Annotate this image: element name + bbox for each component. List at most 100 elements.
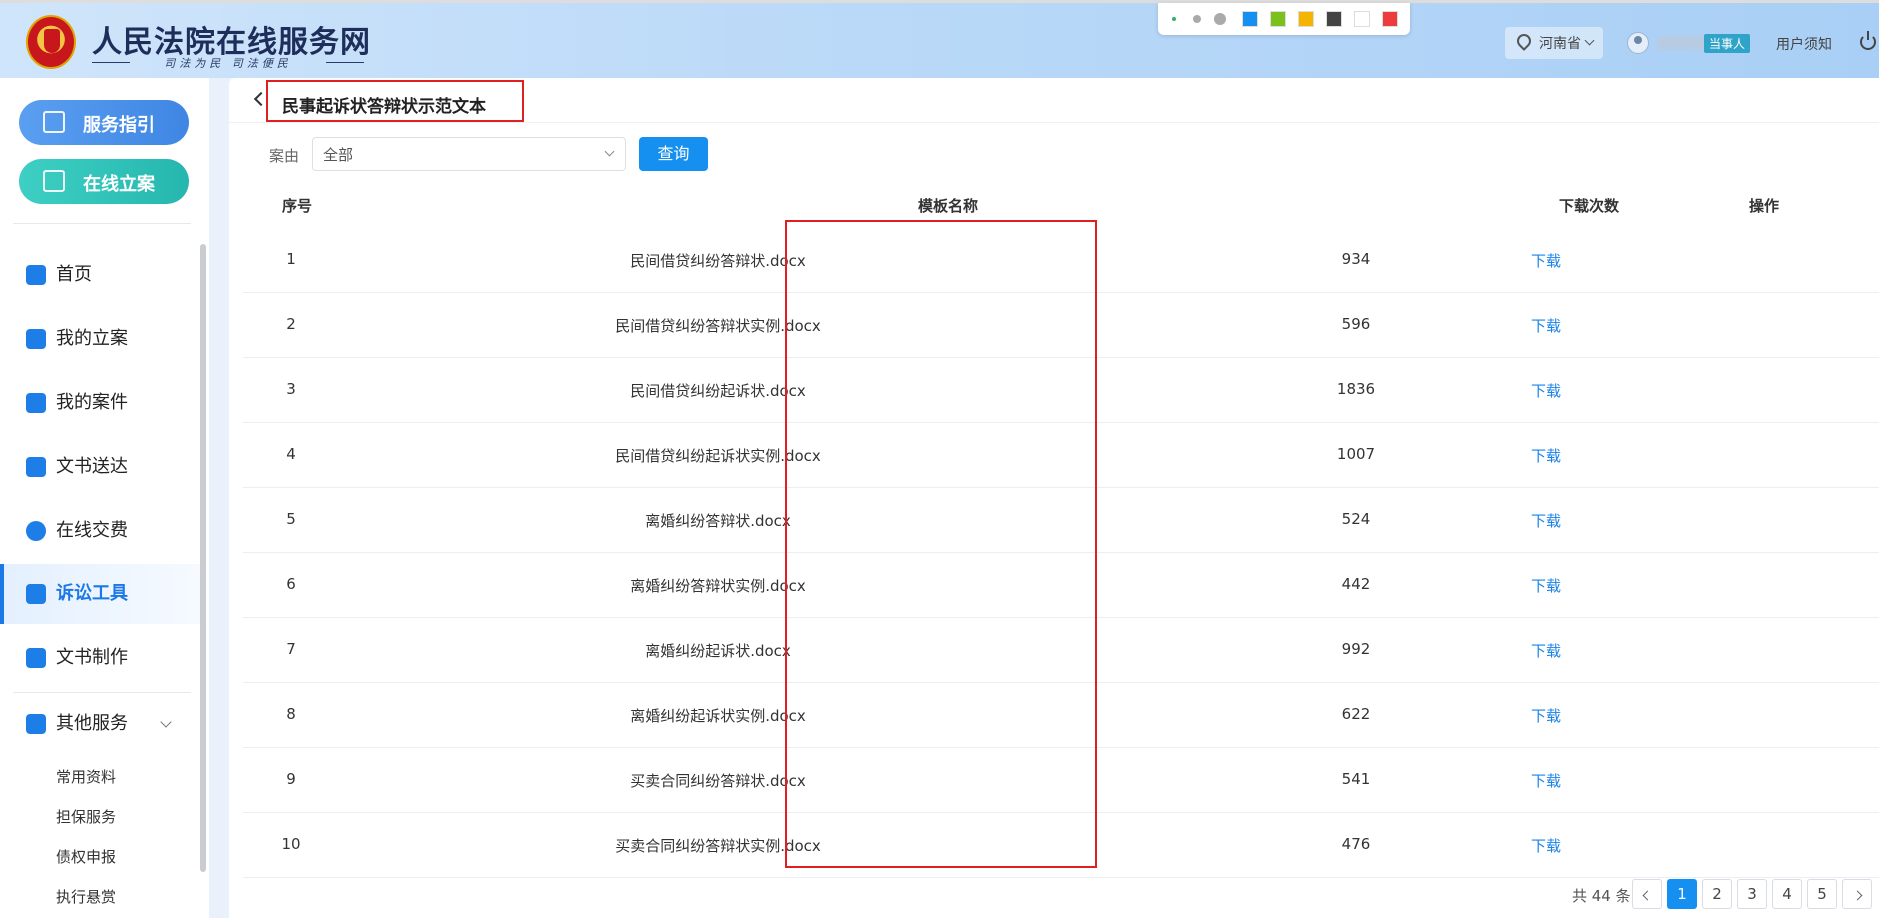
color-swatch-dark[interactable] [1326, 11, 1342, 27]
column-header-download-count: 下载次数 [1559, 197, 1620, 215]
row-index: 7 [286, 640, 296, 658]
main-panel: 民事起诉状答辩状示范文本 案由 全部 查询 序号 模板名称 下载次数 操作 1 … [229, 78, 1879, 918]
download-link[interactable]: 下载 [1531, 640, 1561, 661]
annotation-color-toolbar [1158, 3, 1410, 35]
page-button-5[interactable]: 5 [1807, 879, 1837, 909]
user-avatar[interactable] [1627, 32, 1649, 54]
sidebar-subitem-common-materials[interactable]: 常用资料 [56, 766, 116, 787]
download-count: 541 [1341, 770, 1371, 788]
table-row: 8 离婚纠纷起诉状实例.docx 622 下载 [243, 683, 1879, 748]
case-cause-select[interactable]: 全部 [312, 137, 626, 171]
location-pin-icon [1514, 31, 1534, 51]
download-count: 1007 [1336, 445, 1376, 463]
grid-tools-icon [26, 584, 46, 604]
download-link[interactable]: 下载 [1531, 445, 1561, 466]
download-count: 934 [1341, 250, 1371, 268]
download-link[interactable]: 下载 [1531, 770, 1561, 791]
download-count: 992 [1341, 640, 1371, 658]
next-page-button[interactable] [1842, 879, 1872, 909]
sidebar-item-my-filings[interactable]: 我的立案 [0, 309, 200, 369]
table-row: 1 民间借贷纠纷答辩状.docx 934 下载 [243, 228, 1879, 293]
table-row: 10 买卖合同纠纷答辩状实例.docx 476 下载 [243, 813, 1879, 878]
document-edit-icon [26, 329, 46, 349]
table-row: 6 离婚纠纷答辩状实例.docx 442 下载 [243, 553, 1879, 618]
sidebar-item-label: 我的立案 [56, 328, 128, 349]
medium-dot-size-option[interactable] [1193, 15, 1201, 23]
color-swatch-white[interactable] [1354, 11, 1370, 27]
sidebar-item-label: 我的案件 [56, 392, 128, 413]
sidebar-item-label: 首页 [56, 264, 92, 285]
download-count: 622 [1341, 705, 1371, 723]
sidebar-item-online-payment[interactable]: 在线交费 [0, 501, 200, 561]
download-link[interactable]: 下载 [1531, 315, 1561, 336]
row-index: 4 [286, 445, 296, 463]
download-link[interactable]: 下载 [1531, 250, 1561, 271]
download-count: 524 [1341, 510, 1371, 528]
template-name: 民间借贷纠纷答辩状.docx [630, 252, 806, 270]
color-swatch-red[interactable] [1382, 11, 1398, 27]
chevron-down-icon [1584, 35, 1595, 46]
template-name: 买卖合同纠纷答辩状实例.docx [615, 837, 821, 855]
table-header: 序号 模板名称 下载次数 操作 [243, 184, 1879, 224]
payment-icon [26, 521, 46, 541]
power-icon[interactable] [1860, 31, 1876, 50]
sidebar-item-home[interactable]: 首页 [0, 245, 200, 305]
download-link[interactable]: 下载 [1531, 510, 1561, 531]
document-search-icon [26, 648, 46, 668]
download-count: 476 [1341, 835, 1371, 853]
row-index: 3 [286, 380, 296, 398]
user-notice-link[interactable]: 用户须知 [1776, 34, 1832, 54]
column-header-template-name: 模板名称 [918, 197, 979, 215]
sidebar-subitem-guarantee-service[interactable]: 担保服务 [56, 806, 116, 827]
page-button-1[interactable]: 1 [1667, 879, 1697, 909]
column-header-action: 操作 [1749, 197, 1780, 215]
template-name: 买卖合同纠纷答辩状.docx [630, 772, 806, 790]
download-count: 1836 [1336, 380, 1376, 398]
table-row: 3 民间借贷纠纷起诉状.docx 1836 下载 [243, 358, 1879, 423]
row-index: 1 [286, 250, 296, 268]
query-button[interactable]: 查询 [639, 137, 708, 171]
page-button-2[interactable]: 2 [1702, 879, 1732, 909]
sidebar-item-my-cases[interactable]: 我的案件 [0, 373, 200, 433]
download-link[interactable]: 下载 [1531, 575, 1561, 596]
home-icon [26, 265, 46, 285]
large-dot-size-option[interactable] [1214, 13, 1226, 25]
download-link[interactable]: 下载 [1531, 835, 1561, 856]
sidebar-item-litigation-tools[interactable]: 诉讼工具 [0, 564, 200, 624]
download-link[interactable]: 下载 [1531, 380, 1561, 401]
page-button-3[interactable]: 3 [1737, 879, 1767, 909]
sidebar-item-document-creation[interactable]: 文书制作 [0, 628, 200, 688]
sidebar-subitem-claim-declaration[interactable]: 债权申报 [56, 846, 116, 867]
table-row: 5 离婚纠纷答辩状.docx 524 下载 [243, 488, 1879, 553]
table-row: 4 民间借贷纠纷起诉状实例.docx 1007 下载 [243, 423, 1879, 488]
sidebar-subitem-execution-reward[interactable]: 执行悬赏 [56, 886, 116, 907]
online-filing-button[interactable]: 在线立案 [19, 159, 189, 204]
case-cause-label: 案由 [269, 147, 300, 165]
service-guide-button[interactable]: 服务指引 [19, 100, 189, 145]
top-header: 人民法院在线服务网 司法为民 司法便民 河南省 当事人 用户须知 [0, 0, 1879, 78]
color-swatch-green[interactable] [1270, 11, 1286, 27]
sidebar-item-label: 文书送达 [56, 456, 128, 477]
prev-page-button[interactable] [1632, 879, 1662, 909]
download-link[interactable]: 下载 [1531, 705, 1561, 726]
sidebar-item-document-delivery[interactable]: 文书送达 [0, 437, 200, 497]
row-index: 8 [286, 705, 296, 723]
color-swatch-yellow[interactable] [1298, 11, 1314, 27]
site-slogan: 司法为民 司法便民 [92, 55, 364, 71]
sidebar-item-label: 诉讼工具 [56, 583, 128, 604]
region-selector[interactable]: 河南省 [1505, 27, 1603, 59]
online-filing-label: 在线立案 [83, 174, 155, 195]
column-header-index: 序号 [282, 197, 313, 215]
color-swatch-blue[interactable] [1242, 11, 1258, 27]
sidebar-item-other-services[interactable]: 其他服务 [0, 694, 200, 754]
sidebar-scrollbar[interactable] [200, 244, 206, 872]
title-divider [229, 122, 1879, 123]
case-cause-selected-value: 全部 [323, 146, 354, 164]
small-dot-size-option[interactable] [1172, 17, 1176, 21]
template-name: 民间借贷纠纷起诉状实例.docx [615, 447, 821, 465]
page-button-4[interactable]: 4 [1772, 879, 1802, 909]
row-index: 9 [286, 770, 296, 788]
download-count: 442 [1341, 575, 1371, 593]
court-emblem-icon [26, 15, 76, 69]
chevron-right-icon [1852, 890, 1862, 901]
